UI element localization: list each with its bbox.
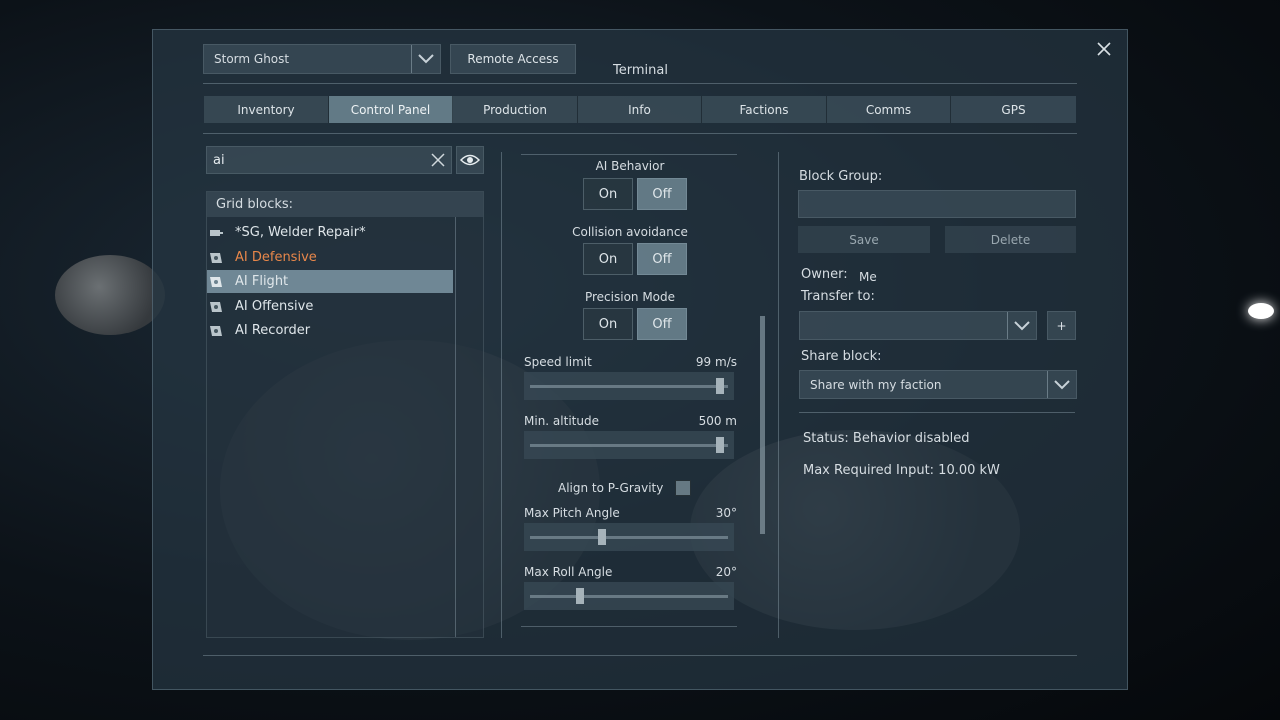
page-title: Terminal [613,63,668,78]
transfer-dropdown[interactable] [799,311,1037,340]
center-top-divider [521,154,737,155]
grid-selector-value: Storm Ghost [214,52,290,66]
terminal-window: Storm Ghost Remote Access Terminal Inven… [152,29,1128,690]
align-gravity-label: Align to P-Gravity [558,481,664,495]
list-item[interactable]: AI Offensive [207,295,453,318]
list-item-label: AI Flight [235,274,289,289]
max-pitch-label: Max Pitch Angle [524,506,620,520]
status-text: Status: Behavior disabled [803,431,970,446]
block-group-input[interactable] [798,190,1076,218]
visibility-toggle[interactable] [456,146,484,174]
center-scrollbar[interactable] [760,316,765,534]
speed-limit-label: Speed limit [524,355,592,369]
min-altitude-value: 500 m [698,414,737,428]
delete-button[interactable]: Delete [945,226,1076,253]
ai-block-icon [207,300,225,314]
list-item-label: AI Offensive [235,299,314,314]
ai-block-icon [207,324,225,338]
save-button[interactable]: Save [798,226,930,253]
right-divider [799,412,1075,413]
header-divider [203,83,1077,84]
eye-icon [459,151,481,170]
close-icon[interactable] [1096,41,1112,57]
tab-production[interactable]: Production [453,96,578,123]
center-bottom-divider [521,626,737,627]
collision-off-button[interactable]: Off [637,243,687,275]
max-pitch-slider[interactable] [524,523,734,551]
ai-block-icon [207,275,225,289]
speed-limit-value: 99 m/s [695,355,737,369]
center-right-divider [778,152,779,638]
transfer-label: Transfer to: [801,289,875,304]
share-block-value: Share with my faction [810,377,942,392]
tab-factions[interactable]: Factions [702,96,827,123]
ai-behavior-off-button[interactable]: Off [637,178,687,210]
list-item-label: AI Recorder [235,323,311,338]
slider-thumb[interactable] [598,529,607,545]
precision-off-button[interactable]: Off [637,308,687,340]
list-item[interactable]: AI Defensive [207,246,453,269]
tab-gps[interactable]: GPS [951,96,1076,123]
grid-selector[interactable]: Storm Ghost [203,44,441,74]
ai-behavior-label: AI Behavior [595,159,665,173]
collision-on-button[interactable]: On [583,243,633,275]
share-block-dropdown[interactable]: Share with my faction [799,370,1077,399]
owner-label: Owner: [801,267,848,282]
precision-mode-label: Precision Mode [584,290,676,304]
distant-star [1248,303,1274,319]
slider-thumb[interactable] [575,588,584,604]
min-altitude-slider[interactable] [524,431,734,459]
block-list-header-label: Grid blocks: [216,197,294,212]
share-block-label: Share block: [801,349,882,364]
list-item-label: AI Defensive [235,250,317,265]
tab-comms[interactable]: Comms [827,96,951,123]
list-item-selected[interactable]: AI Flight [207,270,453,293]
remote-access-button[interactable]: Remote Access [450,44,576,74]
block-group-label: Block Group: [799,169,883,184]
slider-thumb[interactable] [716,437,725,453]
search-box [206,146,452,174]
asteroid-left [55,255,165,335]
footer-divider [203,655,1077,656]
ai-block-icon [207,251,225,265]
add-button[interactable]: + [1047,311,1076,340]
tab-inventory[interactable]: Inventory [204,96,329,123]
list-divider [455,217,456,637]
list-item-label: *SG, Welder Repair* [235,225,366,240]
max-input-text: Max Required Input: 10.00 kW [803,463,1000,478]
align-gravity-checkbox[interactable] [675,480,691,496]
chevron-down-icon [411,45,440,73]
max-pitch-value: 30° [715,506,737,520]
tab-control-panel[interactable]: Control Panel [329,96,453,123]
ai-behavior-on-button[interactable]: On [583,178,633,210]
slider-thumb[interactable] [716,378,725,394]
chevron-down-icon [1047,371,1076,398]
precision-on-button[interactable]: On [583,308,633,340]
max-roll-label: Max Roll Angle [524,565,613,579]
list-item[interactable]: AI Recorder [207,319,453,342]
speed-limit-slider[interactable] [524,372,734,400]
tab-info[interactable]: Info [578,96,702,123]
search-input[interactable] [207,147,417,173]
max-roll-slider[interactable] [524,582,734,610]
welder-icon [207,226,225,240]
block-list-header: Grid blocks: [207,192,483,217]
min-altitude-label: Min. altitude [524,414,599,428]
owner-value: Me [859,270,877,284]
center-left-divider [501,152,502,638]
clear-search-icon[interactable] [431,152,445,167]
max-roll-value: 20° [715,565,737,579]
chevron-down-icon [1007,312,1036,339]
list-item[interactable]: *SG, Welder Repair* [207,221,453,244]
collision-avoidance-label: Collision avoidance [572,225,688,239]
tabs-divider [203,133,1077,134]
